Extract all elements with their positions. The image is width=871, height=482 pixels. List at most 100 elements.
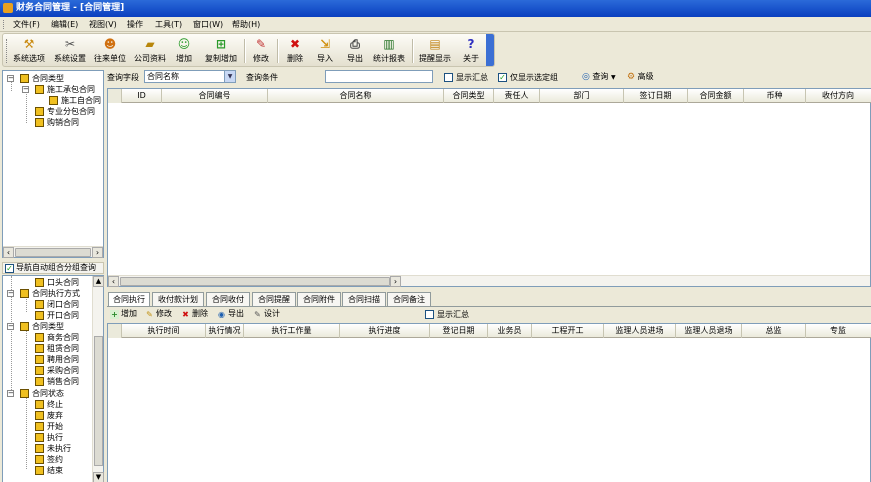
tree-node-executing[interactable]: 执行 xyxy=(22,432,92,443)
menu-view[interactable]: 视图(V) xyxy=(89,19,117,30)
query-field-select[interactable]: 合同名称 ▼ xyxy=(144,70,236,83)
tree-node-started[interactable]: 开始 xyxy=(22,421,92,432)
tab-execution[interactable]: 合同执行 xyxy=(108,292,150,307)
chevron-down-icon[interactable]: ▼ xyxy=(611,74,616,81)
col-header-specialist[interactable]: 专监 xyxy=(806,324,870,338)
menu-action[interactable]: 操作 xyxy=(127,19,143,30)
tree-node-subcontract[interactable]: 专业分包合同 xyxy=(22,106,103,117)
menu-window[interactable]: 窗口(W) xyxy=(193,19,223,30)
col-header-amount[interactable]: 合同金额 xyxy=(688,89,744,103)
tree-node-signed[interactable]: 签约 xyxy=(22,454,92,465)
reminder-button[interactable]: ▤ 提醒显示 xyxy=(416,36,454,66)
tree-node-not-executed[interactable]: 未执行 xyxy=(22,443,92,454)
scroll-thumb[interactable] xyxy=(15,248,91,257)
sub-design-button[interactable]: ✎ 设计 xyxy=(253,308,280,320)
chevron-down-icon[interactable]: ▼ xyxy=(224,71,235,82)
add-button[interactable]: ☺ 增加 xyxy=(171,36,197,66)
tab-scans[interactable]: 合同扫描 xyxy=(342,292,386,306)
collapse-icon[interactable]: − xyxy=(7,323,14,330)
collapse-icon[interactable]: − xyxy=(7,75,14,82)
sub-show-summary-checkbox[interactable] xyxy=(425,310,434,319)
import-button[interactable]: ⇲ 导入 xyxy=(312,36,338,66)
scroll-left-icon[interactable]: ‹ xyxy=(108,276,119,287)
nav-combo-checkbox[interactable]: ✓ xyxy=(5,264,14,273)
tab-reminders[interactable]: 合同提醒 xyxy=(252,292,296,306)
tree-node-status[interactable]: − 合同状态 xyxy=(7,388,93,399)
col-header-number[interactable]: 合同编号 xyxy=(162,89,268,103)
tab-attachments[interactable]: 合同附件 xyxy=(297,292,341,306)
tree-node-open[interactable]: 开口合同 xyxy=(22,310,92,321)
col-header-supervisor-out[interactable]: 监理人员退场 xyxy=(676,324,742,338)
tree-node-employment[interactable]: 聘用合同 xyxy=(22,354,92,365)
menu-edit[interactable]: 编辑(E) xyxy=(51,19,78,30)
tree-node-lease[interactable]: 租赁合同 xyxy=(22,343,92,354)
col-header-id[interactable]: ID xyxy=(122,89,162,103)
report-button[interactable]: ▥ 统计报表 xyxy=(370,36,408,66)
col-header-currency[interactable]: 币种 xyxy=(744,89,806,103)
tree-node-business[interactable]: 商务合同 xyxy=(22,332,92,343)
col-header-supervisor-in[interactable]: 监理人员进场 xyxy=(604,324,676,338)
company-info-button[interactable]: ▰ 公司资料 xyxy=(131,36,169,66)
col-header-exec-status[interactable]: 执行情况 xyxy=(206,324,244,338)
scroll-right-icon[interactable]: › xyxy=(390,276,401,287)
col-header-name[interactable]: 合同名称 xyxy=(268,89,444,103)
tree-node-purchase[interactable]: 购销合同 xyxy=(22,117,103,128)
col-header-exec-time[interactable]: 执行时间 xyxy=(122,324,206,338)
tree-node-discarded[interactable]: 废弃 xyxy=(22,410,92,421)
col-header-chief[interactable]: 总监 xyxy=(742,324,806,338)
show-summary-checkbox[interactable] xyxy=(444,73,453,82)
col-header-salesman[interactable]: 业务员 xyxy=(488,324,532,338)
col-header-workload[interactable]: 执行工作量 xyxy=(244,324,340,338)
delete-button[interactable]: ✖ 删除 xyxy=(282,36,308,66)
nav-combo-toggle[interactable]: ✓ 导航自动组合分组查询 xyxy=(2,262,104,274)
tab-payment-plan[interactable]: 收付款计划 xyxy=(152,292,204,306)
scroll-down-icon[interactable]: ▼ xyxy=(93,472,104,482)
collapse-icon[interactable]: − xyxy=(7,390,14,397)
col-header-progress[interactable]: 执行进度 xyxy=(340,324,430,338)
scroll-right-icon[interactable]: › xyxy=(92,247,103,258)
collapse-icon[interactable]: − xyxy=(22,86,29,93)
tree-node-contract-type[interactable]: − 合同类型 xyxy=(7,321,93,332)
search-button[interactable]: ◎ 查询 ▼ xyxy=(582,71,616,83)
col-header-type[interactable]: 合同类型 xyxy=(444,89,494,103)
tab-notes[interactable]: 合同备注 xyxy=(387,292,431,306)
export-button[interactable]: ⎙ 导出 xyxy=(342,36,368,66)
tree-node-construction[interactable]: − 施工承包合同 xyxy=(22,84,103,95)
toolbar-overflow-chevron[interactable] xyxy=(486,34,494,66)
about-button[interactable]: ? 关于 xyxy=(458,36,484,66)
sub-delete-button[interactable]: ✖ 删除 xyxy=(181,308,208,320)
scroll-thumb[interactable] xyxy=(94,336,103,466)
col-header-work-start[interactable]: 工程开工 xyxy=(532,324,604,338)
menu-tools[interactable]: 工具(T) xyxy=(155,19,182,30)
sys-settings-button[interactable]: ✂ 系统设置 xyxy=(51,36,89,66)
only-selected-checkbox[interactable]: ✓ xyxy=(498,73,507,82)
col-header-dept[interactable]: 部门 xyxy=(540,89,624,103)
tree-node-terminated[interactable]: 终止 xyxy=(22,399,92,410)
tree-node-verbal[interactable]: 口头合同 xyxy=(22,277,92,288)
scroll-left-icon[interactable]: ‹ xyxy=(3,247,14,258)
collapse-icon[interactable]: − xyxy=(7,290,14,297)
tab-receipts[interactable]: 合同收付 xyxy=(206,292,250,306)
sub-add-button[interactable]: + 增加 xyxy=(110,308,137,320)
tree-node-sales[interactable]: 销售合同 xyxy=(22,376,92,387)
tree-node-exec-mode[interactable]: − 合同执行方式 xyxy=(7,288,93,299)
tree-node-construction-self[interactable]: 施工自合同 xyxy=(49,95,103,106)
edit-button[interactable]: ✎ 修改 xyxy=(248,36,274,66)
col-header-sign-date[interactable]: 签订日期 xyxy=(624,89,688,103)
sys-options-button[interactable]: ⚒ 系统选项 xyxy=(10,36,48,66)
copy-add-button[interactable]: ⊞ 复制增加 xyxy=(202,36,240,66)
tree-hscrollbar[interactable]: ‹ › xyxy=(3,246,103,258)
menu-file[interactable]: 文件(F) xyxy=(13,19,40,30)
col-header-owner[interactable]: 责任人 xyxy=(494,89,540,103)
tree-node-finished[interactable]: 结束 xyxy=(22,465,92,476)
scroll-up-icon[interactable]: ▲ xyxy=(93,276,104,287)
grouping-tree-vscrollbar[interactable]: ▲ ▼ xyxy=(92,276,104,482)
col-header-reg-date[interactable]: 登记日期 xyxy=(430,324,488,338)
scroll-thumb[interactable] xyxy=(120,277,390,286)
advanced-search-button[interactable]: ⚙ 高级 xyxy=(627,71,654,83)
tree-node-root[interactable]: − 合同类型 xyxy=(7,73,103,84)
query-condition-input[interactable] xyxy=(325,70,433,83)
tree-node-closed[interactable]: 闭口合同 xyxy=(22,299,92,310)
menu-help[interactable]: 帮助(H) xyxy=(232,19,260,30)
partners-button[interactable]: ☻ 往来单位 xyxy=(91,36,129,66)
